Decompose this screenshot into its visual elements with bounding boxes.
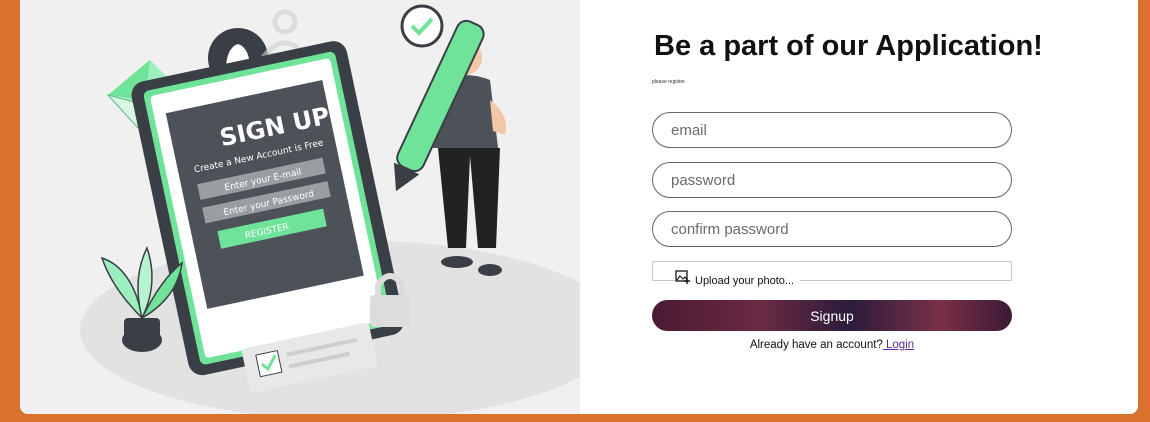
- form-subtitle: please register.: [652, 79, 686, 85]
- email-field[interactable]: [652, 112, 1012, 148]
- signup-illustration: SIGN UP Create a New Account is Free Ent…: [20, 0, 580, 414]
- signup-button[interactable]: Signup: [652, 300, 1012, 331]
- illustration-svg: SIGN UP Create a New Account is Free Ent…: [80, 4, 580, 414]
- login-prompt-text: Already have an account?: [749, 339, 883, 351]
- password-field[interactable]: [652, 162, 1012, 198]
- photo-upload[interactable]: Upload your photo...: [652, 261, 1012, 287]
- image-plus-icon: [675, 269, 690, 284]
- login-prompt: Already have an account? Login: [652, 339, 1012, 351]
- check-bubble-icon: [400, 4, 444, 48]
- confirm-password-field[interactable]: [652, 211, 1012, 247]
- signup-form: Be a part of our Application! please reg…: [652, 0, 1052, 414]
- upload-label: Upload your photo...: [695, 275, 795, 287]
- upload-label-group[interactable]: Upload your photo...: [675, 266, 801, 287]
- login-link[interactable]: Login: [883, 339, 914, 351]
- signup-card: SIGN UP Create a New Account is Free Ent…: [20, 0, 1138, 414]
- form-title: Be a part of our Application!: [654, 30, 1043, 62]
